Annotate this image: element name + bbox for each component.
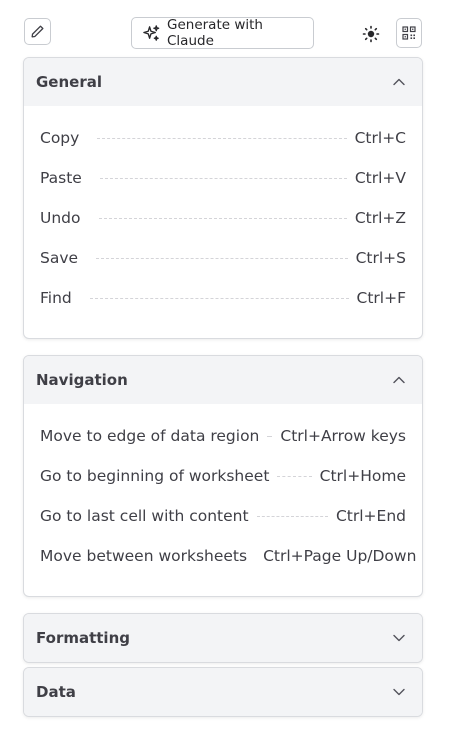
- shortcut-keys: Ctrl+Arrow keys: [280, 427, 406, 445]
- section-data: Data: [23, 667, 423, 717]
- leader-line: [256, 515, 328, 517]
- section-header-general[interactable]: General: [24, 58, 422, 106]
- shortcut-row: Paste Ctrl+V: [40, 158, 406, 198]
- generate-with-claude-button[interactable]: Generate with Claude: [131, 17, 314, 49]
- generate-button-label: Generate with Claude: [167, 17, 263, 49]
- section-header-navigation[interactable]: Navigation: [24, 356, 422, 404]
- qr-code-icon: [402, 26, 416, 40]
- section-formatting: Formatting: [23, 613, 423, 663]
- leader-line: [97, 137, 347, 139]
- qr-code-button[interactable]: [396, 18, 422, 48]
- leader-line: [277, 475, 312, 477]
- shortcut-keys: Ctrl+Z: [354, 209, 406, 227]
- section-title: Navigation: [36, 371, 128, 389]
- shortcut-action: Paste: [40, 169, 82, 187]
- shortcut-row: Move to edge of data region Ctrl+Arrow k…: [40, 416, 406, 456]
- theme-toggle-button[interactable]: [360, 23, 381, 44]
- shortcut-keys: Ctrl+F: [356, 289, 406, 307]
- shortcut-keys: Ctrl+Page Up/Down: [263, 547, 417, 565]
- chevron-up-icon: [393, 376, 405, 384]
- shortcut-row: Go to last cell with content Ctrl+End: [40, 496, 406, 536]
- shortcut-action: Go to beginning of worksheet: [40, 467, 270, 485]
- leader-line: [99, 177, 347, 179]
- shortcut-action: Go to last cell with content: [40, 507, 249, 525]
- shortcut-action: Find: [40, 289, 72, 307]
- shortcut-row: Move between worksheets Ctrl+Page Up/Dow…: [40, 536, 416, 576]
- sun-icon: [361, 24, 381, 44]
- shortcut-keys: Ctrl+Home: [319, 467, 406, 485]
- leader-line: [96, 257, 348, 259]
- shortcut-action: Move to edge of data region: [40, 427, 260, 445]
- shortcut-row: Copy Ctrl+C: [40, 118, 406, 158]
- chevron-down-icon: [393, 688, 405, 696]
- shortcut-action: Copy: [40, 129, 80, 147]
- shortcut-row: Save Ctrl+S: [40, 238, 406, 278]
- shortcut-row: Undo Ctrl+Z: [40, 198, 406, 238]
- leader-line: [267, 435, 273, 437]
- leader-line: [89, 297, 349, 299]
- section-title: Formatting: [36, 629, 130, 647]
- shortcut-row: Go to beginning of worksheet Ctrl+Home: [40, 456, 406, 496]
- toolbar: Generate with Claude: [0, 0, 452, 57]
- section-title: General: [36, 73, 102, 91]
- shortcut-keys: Ctrl+End: [335, 507, 406, 525]
- shortcut-action: Save: [40, 249, 79, 267]
- shortcut-list: Copy Ctrl+C Paste Ctrl+V Undo Ctrl+Z Sav…: [24, 106, 422, 318]
- shortcut-keys: Ctrl+V: [354, 169, 406, 187]
- pencil-icon: [30, 24, 45, 39]
- section-header-formatting[interactable]: Formatting: [24, 614, 422, 662]
- shortcut-action: Undo: [40, 209, 81, 227]
- shortcut-list: Move to edge of data region Ctrl+Arrow k…: [24, 404, 422, 576]
- edit-button[interactable]: [24, 18, 51, 45]
- section-title: Data: [36, 683, 76, 701]
- section-header-data[interactable]: Data: [24, 668, 422, 716]
- shortcut-action: Move between worksheets: [40, 547, 248, 565]
- section-general: General Copy Ctrl+C Paste Ctrl+V Undo Ct…: [23, 57, 423, 339]
- shortcut-keys: Ctrl+C: [354, 129, 406, 147]
- shortcut-keys: Ctrl+S: [355, 249, 406, 267]
- chevron-down-icon: [393, 634, 405, 642]
- section-navigation: Navigation Move to edge of data region C…: [23, 355, 423, 597]
- shortcut-row: Find Ctrl+F: [40, 278, 406, 318]
- chevron-up-icon: [393, 78, 405, 86]
- sparkle-icon: [142, 24, 161, 43]
- leader-line: [98, 217, 347, 219]
